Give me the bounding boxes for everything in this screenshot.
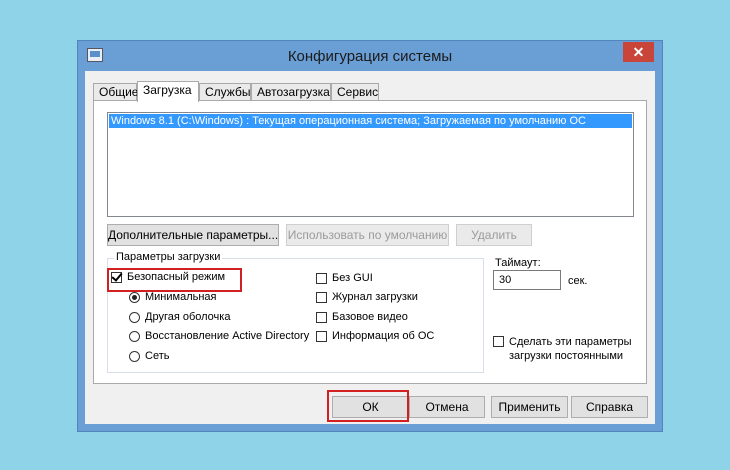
radio-alternate-shell[interactable]: Другая оболочка [129, 311, 230, 323]
os-info-checkbox[interactable]: Информация об ОС [316, 330, 434, 342]
ok-button[interactable]: ОК [332, 396, 409, 418]
radio-network[interactable]: Сеть [129, 350, 169, 362]
title-bar[interactable]: Конфигурация системы ✕ [78, 41, 662, 71]
boot-options-group: Параметры загрузки Безопасный режим Мини… [107, 251, 484, 373]
system-config-window: Конфигурация системы ✕ Общие Загрузка Сл… [77, 40, 663, 432]
radio-dot [129, 291, 140, 303]
timeout-input[interactable] [493, 270, 561, 290]
persistent-label-line1: Сделать эти параметры [509, 336, 632, 348]
help-button[interactable]: Справка [571, 396, 648, 418]
checkbox-box [493, 336, 504, 347]
window-title: Конфигурация системы [287, 48, 453, 65]
radio-dot [129, 350, 140, 362]
persistent-label-line2: загрузки постоянными [509, 350, 624, 362]
os-list-item[interactable]: Windows 8.1 (C:\Windows) : Текущая опера… [109, 114, 632, 128]
boot-log-label: Журнал загрузки [332, 291, 418, 303]
checkbox-box [111, 271, 122, 283]
tab-startup[interactable]: Автозагрузка [251, 83, 331, 101]
radio-minimal-label: Минимальная [145, 291, 217, 303]
apply-button[interactable]: Применить [491, 396, 568, 418]
safe-mode-label: Безопасный режим [127, 271, 226, 283]
boot-log-checkbox[interactable]: Журнал загрузки [316, 291, 418, 303]
checkbox-box [316, 272, 327, 284]
os-list[interactable]: Windows 8.1 (C:\Windows) : Текущая опера… [107, 112, 634, 217]
safe-mode-checkbox[interactable]: Безопасный режим [111, 271, 225, 283]
radio-dot [129, 330, 140, 342]
set-default-button[interactable]: Использовать по умолчанию [286, 224, 449, 246]
radio-dot [129, 311, 140, 323]
no-gui-checkbox[interactable]: Без GUI [316, 272, 373, 284]
persistent-checkbox[interactable]: Сделать эти параметры загрузки постоянны… [493, 335, 632, 363]
timeout-label: Таймаут: [495, 257, 541, 269]
radio-network-label: Сеть [145, 350, 170, 362]
checkbox-box [316, 330, 327, 342]
radio-alternate-shell-label: Другая оболочка [145, 311, 231, 323]
boot-options-label: Параметры загрузки [114, 251, 223, 263]
checkbox-box [316, 311, 327, 323]
advanced-options-button[interactable]: Дополнительные параметры... [107, 224, 279, 246]
delete-button[interactable]: Удалить [456, 224, 532, 246]
boot-tab-panel: Windows 8.1 (C:\Windows) : Текущая опера… [93, 100, 647, 384]
radio-minimal[interactable]: Минимальная [129, 291, 217, 303]
dialog-client: Общие Загрузка Службы Автозагрузка Серви… [85, 71, 655, 424]
radio-ad-repair-label: Восстановление Active Directory [145, 330, 310, 342]
radio-ad-repair[interactable]: Восстановление Active Directory [129, 330, 309, 342]
no-gui-label: Без GUI [332, 272, 373, 284]
base-video-label: Базовое видео [332, 311, 408, 323]
tab-tools[interactable]: Сервис [331, 83, 379, 101]
tab-general[interactable]: Общие [93, 83, 138, 101]
cancel-button[interactable]: Отмена [409, 396, 485, 418]
checkbox-box [316, 291, 327, 303]
base-video-checkbox[interactable]: Базовое видео [316, 311, 408, 323]
tab-boot[interactable]: Загрузка [137, 81, 199, 102]
persistent-label: Сделать эти параметры загрузки постоянны… [509, 335, 632, 363]
timeout-unit: сек. [568, 275, 588, 287]
tab-services[interactable]: Службы [199, 83, 251, 101]
os-info-label: Информация об ОС [332, 330, 435, 342]
close-button[interactable]: ✕ [623, 42, 654, 62]
close-icon: ✕ [632, 44, 645, 60]
